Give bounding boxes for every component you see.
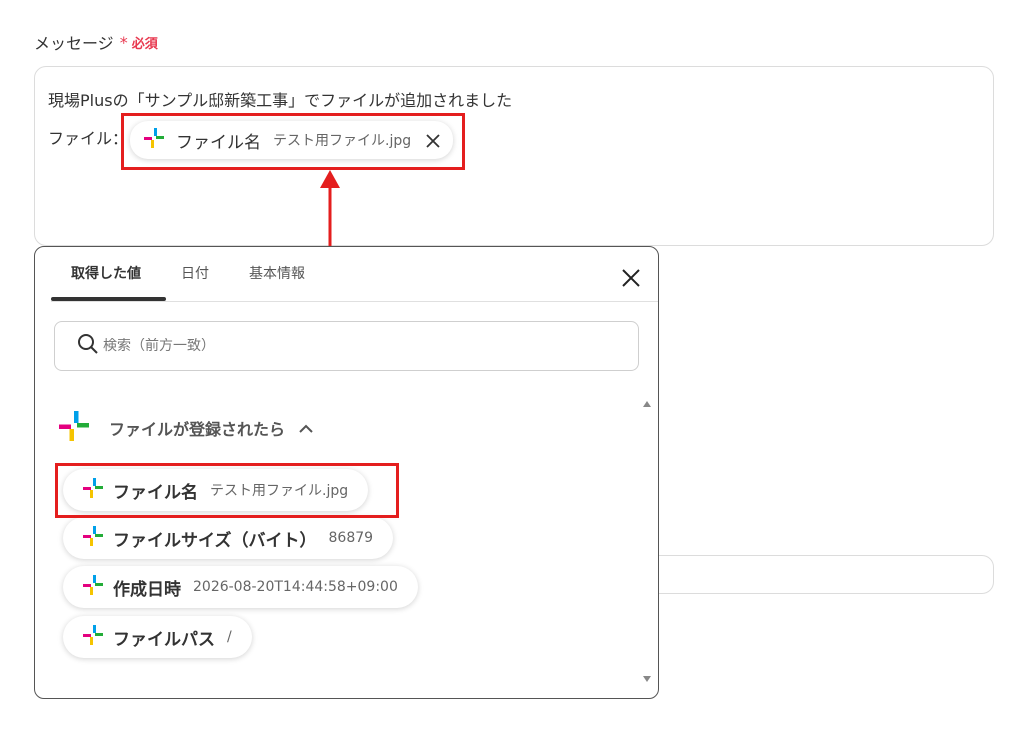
highlight-file-name-item — [55, 463, 399, 518]
genba-plus-logo-icon — [83, 526, 103, 550]
required-star: * — [119, 32, 128, 52]
search-input[interactable] — [103, 338, 583, 354]
genba-plus-logo-icon — [83, 575, 103, 599]
item-name: ファイルサイズ（バイト） — [113, 530, 317, 551]
required-text: 必須 — [131, 36, 158, 52]
tab-acquired-values[interactable]: 取得した値 — [51, 247, 161, 302]
scroll-up-arrow-icon[interactable] — [642, 394, 652, 407]
tab-basic-info[interactable]: 基本情報 — [229, 247, 325, 302]
list-item-created-at[interactable]: 作成日時 2026-08-20T14:44:58+09:00 — [63, 566, 418, 608]
search-field[interactable] — [54, 321, 639, 371]
genba-plus-logo-icon — [59, 411, 89, 445]
item-value: / — [227, 629, 232, 645]
background-input-field[interactable] — [659, 555, 994, 594]
chevron-up-icon — [299, 419, 313, 438]
group-header-file-registered[interactable]: ファイルが登録されたら — [59, 411, 313, 445]
list-item-file-size[interactable]: ファイルサイズ（バイト） 86879 — [63, 517, 394, 559]
picker-tabs: 取得した値 日付 基本情報 — [51, 247, 658, 302]
scroll-down-arrow-icon[interactable] — [642, 669, 652, 682]
group-title: ファイルが登録されたら — [109, 420, 286, 439]
item-name: ファイルパス — [113, 629, 215, 650]
highlight-inserted-chip — [121, 113, 465, 170]
genba-plus-logo-icon — [83, 625, 103, 649]
item-value: 86879 — [328, 530, 374, 546]
message-line-2: ファイル： — [48, 125, 128, 149]
message-line-2-prefix: ファイル： — [48, 129, 129, 148]
tab-divider — [51, 301, 658, 302]
list-item-file-path[interactable]: ファイルパス / — [63, 616, 252, 658]
item-name: 作成日時 — [113, 579, 181, 600]
search-icon — [77, 333, 99, 359]
message-label-text: メッセージ — [34, 34, 114, 53]
message-line-1: 現場Plusの「サンプル邸新築工事」でファイルが追加されました — [48, 91, 513, 110]
tab-date[interactable]: 日付 — [161, 247, 229, 302]
message-field-label: メッセージ * 必須 — [34, 30, 158, 54]
item-value: 2026-08-20T14:44:58+09:00 — [193, 579, 398, 595]
close-icon[interactable] — [620, 267, 642, 289]
